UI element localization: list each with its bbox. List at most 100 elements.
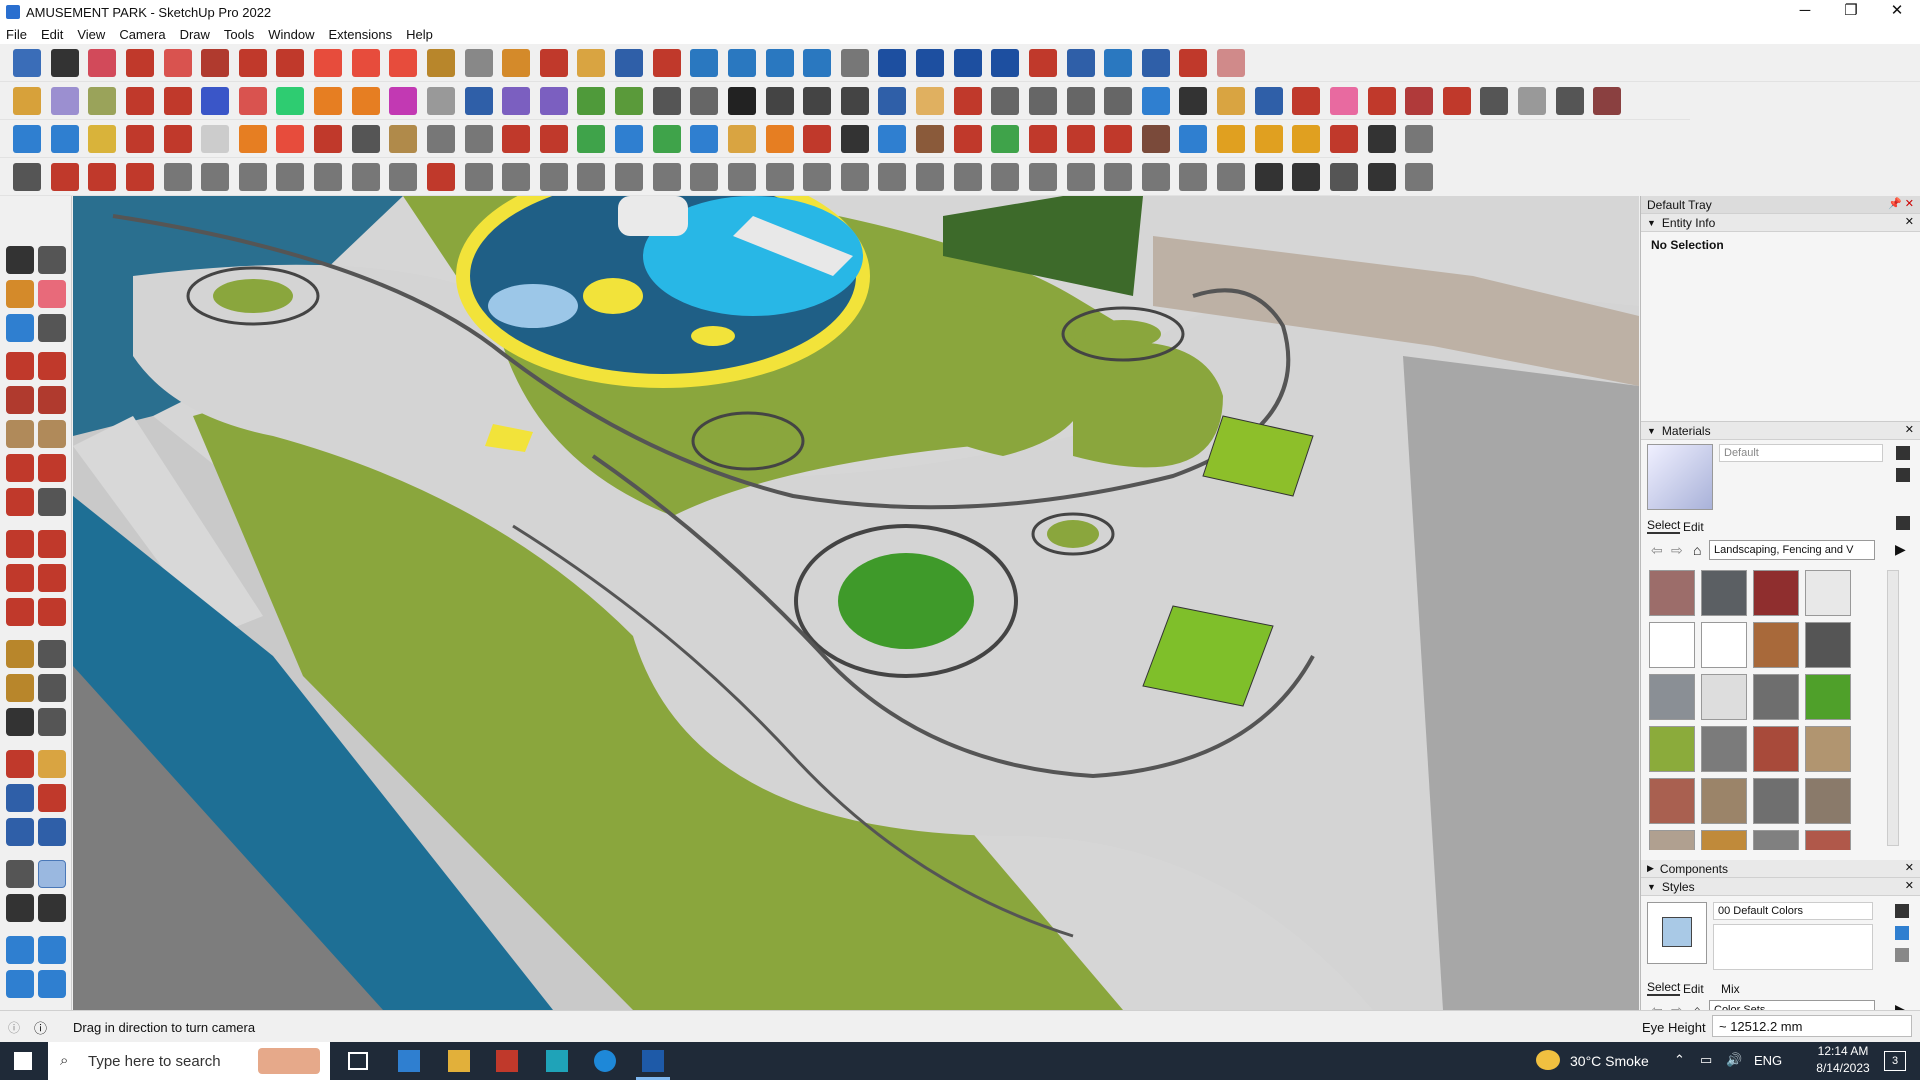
parallelogram-icon[interactable] [1104, 87, 1133, 115]
swatch-wood-grey[interactable] [1753, 674, 1799, 720]
windows-start-icon[interactable] [14, 1052, 32, 1070]
flat-face-icon[interactable] [50, 125, 79, 153]
swatch-red-gravel[interactable] [1753, 726, 1799, 772]
text-tool-icon[interactable] [38, 674, 66, 702]
components-close-icon[interactable]: ✕ [1905, 861, 1914, 874]
ellipse-icon[interactable] [1066, 87, 1095, 115]
lattice-icon[interactable] [1179, 163, 1208, 191]
rotate-orange-icon[interactable] [238, 125, 267, 153]
zoom-extents-icon[interactable] [652, 49, 681, 77]
swatch-bright-grass[interactable] [1805, 674, 1851, 720]
bevel-icon[interactable] [389, 87, 418, 115]
position-camera-icon[interactable] [6, 860, 34, 888]
curve-icon[interactable] [426, 87, 455, 115]
column-icon[interactable] [878, 163, 907, 191]
styles-close-icon[interactable]: ✕ [1905, 879, 1914, 892]
swatch-white-fence[interactable] [1701, 674, 1747, 720]
bucket-outline-icon[interactable] [163, 163, 192, 191]
minimize-button[interactable]: ─ [1782, 0, 1828, 24]
menu-window[interactable]: Window [268, 27, 314, 42]
swatch-dark-gravel[interactable] [1753, 778, 1799, 824]
swatch-stone-block[interactable] [1701, 570, 1747, 616]
cross-green-icon[interactable] [577, 125, 606, 153]
pan-icon[interactable] [577, 49, 606, 77]
pan-tool-icon[interactable] [38, 750, 66, 778]
pull-icon[interactable] [238, 87, 267, 115]
pencil-yellow-icon[interactable] [1217, 87, 1245, 115]
orbit-icon[interactable] [539, 49, 568, 77]
section-plane-icon[interactable] [878, 49, 907, 77]
swatch-pebbles[interactable] [1701, 778, 1747, 824]
rotate-icon[interactable] [351, 49, 380, 77]
slab-icon[interactable] [1593, 87, 1622, 115]
follow-me-tool-icon[interactable] [38, 564, 66, 592]
menu-file[interactable]: File [6, 27, 27, 42]
gate-icon[interactable] [1028, 163, 1057, 191]
solid-tools-icon[interactable] [1104, 49, 1133, 77]
styles-tab-edit[interactable]: Edit [1683, 982, 1704, 996]
lasso-tool-icon[interactable] [38, 246, 66, 274]
select-icon[interactable] [50, 49, 79, 77]
style-description-field[interactable] [1713, 924, 1873, 970]
look-around-icon[interactable] [38, 860, 66, 888]
face-icon[interactable] [13, 125, 41, 153]
link-icon[interactable] [426, 125, 455, 153]
car-icon[interactable] [88, 163, 117, 191]
cube-red-icon[interactable] [1367, 87, 1396, 115]
menu-draw[interactable]: Draw [180, 27, 210, 42]
fillet-icon[interactable] [314, 87, 342, 115]
section-cut-icon[interactable] [953, 49, 982, 77]
fence-icon[interactable] [991, 163, 1020, 191]
zoom-tool-icon[interactable] [6, 784, 34, 812]
sphere-icon[interactable] [1518, 87, 1546, 115]
zoom-icon[interactable] [13, 49, 41, 77]
arc-red-icon[interactable] [426, 163, 455, 191]
info-icon[interactable]: ⓘ [34, 1018, 47, 1037]
dashed-circle-icon[interactable] [1367, 125, 1396, 153]
path-icon[interactable] [502, 125, 531, 153]
line-violet-icon[interactable] [539, 87, 568, 115]
gable-icon[interactable] [803, 87, 832, 115]
measure-red-icon[interactable] [1292, 87, 1321, 115]
table-icon[interactable] [314, 125, 342, 153]
create-style-icon[interactable] [1895, 904, 1909, 918]
spring-icon[interactable] [1367, 163, 1396, 191]
make-component-icon[interactable] [6, 314, 34, 342]
account-icon[interactable] [840, 49, 869, 77]
two-point-arc-icon[interactable] [38, 454, 66, 482]
rotated-rect-tool-icon[interactable] [38, 386, 66, 414]
scatter-icon[interactable] [1329, 125, 1358, 153]
circle-tool-icon[interactable] [991, 87, 1020, 115]
box-icon[interactable] [13, 87, 41, 115]
line-tool-icon[interactable] [6, 352, 34, 380]
forward-arrow-icon[interactable]: ⇨ [1671, 542, 1683, 559]
update-style-icon[interactable] [1895, 926, 1909, 940]
materials-header[interactable]: ▼ Materials ✕ [1641, 422, 1920, 440]
diamond-icon[interactable] [1405, 163, 1434, 191]
green-plan-icon[interactable] [991, 125, 1020, 153]
tape-measure-icon[interactable] [426, 49, 455, 77]
offset-tool-icon[interactable] [38, 598, 66, 626]
rectangle-icon[interactable] [201, 49, 230, 77]
line-purple-icon[interactable] [502, 87, 531, 115]
curve-draw-icon[interactable] [13, 163, 41, 191]
edge-browser-icon[interactable] [594, 1050, 616, 1072]
tag-tool-icon[interactable] [38, 314, 66, 342]
arc-tool-icon[interactable] [6, 454, 34, 482]
bezier-icon[interactable] [50, 163, 79, 191]
push-icon[interactable] [201, 87, 230, 115]
extrude-icon[interactable] [163, 87, 192, 115]
menu-tools[interactable]: Tools [224, 27, 254, 42]
pyramid-icon[interactable] [727, 125, 756, 153]
components-header[interactable]: ▶ Components ✕ [1641, 860, 1920, 878]
gear-outline-icon[interactable] [539, 163, 568, 191]
shaded-box-icon[interactable] [50, 87, 79, 115]
wall-icon[interactable] [953, 163, 982, 191]
swatch-red-brick[interactable] [1753, 570, 1799, 616]
swatch-sand-gravel[interactable] [1805, 726, 1851, 772]
move-tool-icon[interactable] [6, 530, 34, 558]
scale-icon[interactable] [389, 49, 418, 77]
array-icon[interactable] [1028, 125, 1057, 153]
eraser-icon[interactable] [88, 49, 117, 77]
hook-icon[interactable] [765, 125, 794, 153]
